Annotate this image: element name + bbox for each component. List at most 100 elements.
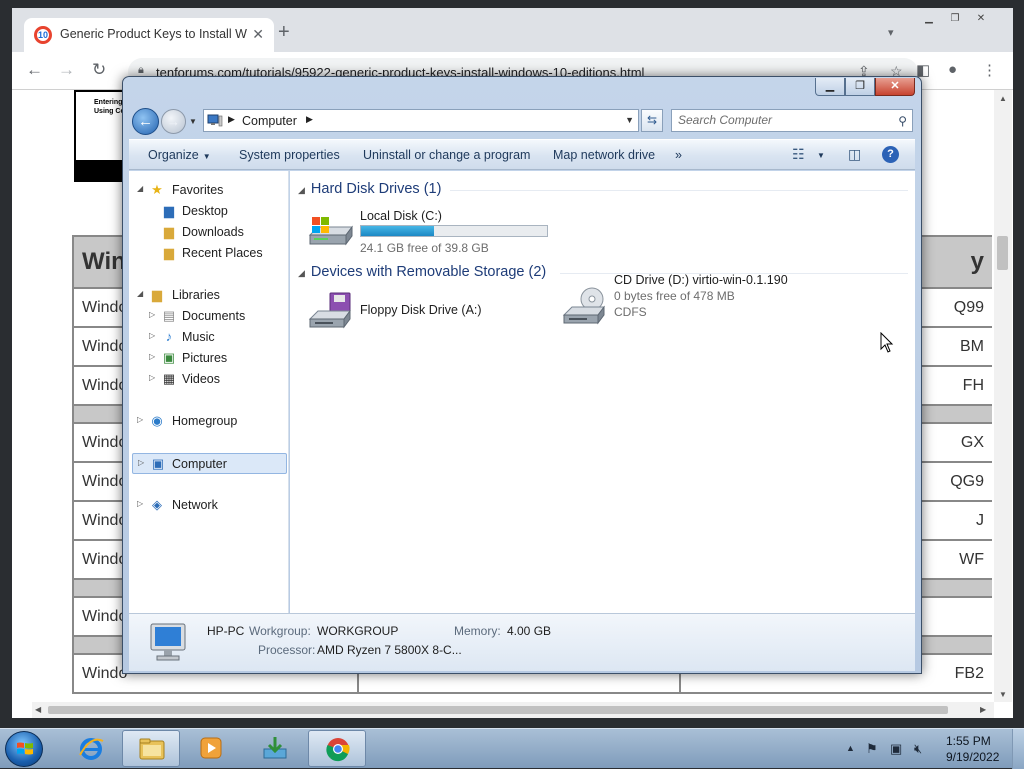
- drive-free-space: 0 bytes free of 478 MB: [614, 289, 735, 303]
- expand-arrow-icon[interactable]: ▷: [137, 499, 143, 508]
- recent-pages-chevron-icon[interactable]: ▼: [189, 117, 197, 126]
- more-commands-button[interactable]: »: [675, 148, 682, 162]
- volume-muted-icon[interactable]: 🔇︎: [914, 741, 922, 757]
- nav-music[interactable]: ▷ ♪ Music: [129, 327, 287, 348]
- nav-libraries[interactable]: ◢ ▆ Libraries: [129, 285, 287, 306]
- nav-homegroup[interactable]: ▷ ◉ Homegroup: [129, 411, 287, 432]
- computer-icon: ▣: [151, 456, 165, 471]
- nav-network[interactable]: ▷ ◈ Network: [129, 495, 287, 516]
- address-bar[interactable]: ▶ Computer ▶ ▼: [203, 109, 639, 132]
- taskbar-download[interactable]: [246, 730, 304, 767]
- group-header-hard-disk[interactable]: ◢ Hard Disk Drives (1): [298, 181, 441, 197]
- refresh-button[interactable]: ⇆: [641, 109, 663, 132]
- clock-time[interactable]: 1:55 PM: [946, 734, 991, 748]
- browser-restore-icon[interactable]: ❐: [942, 10, 968, 28]
- breadcrumb-arrow-icon[interactable]: ▶: [228, 114, 235, 125]
- preview-pane-icon[interactable]: ◫: [848, 146, 861, 163]
- expand-arrow-icon[interactable]: ▷: [138, 458, 144, 467]
- browser-minimize-icon[interactable]: ▁: [916, 10, 942, 28]
- taskbar-windows-explorer[interactable]: [122, 730, 180, 767]
- network-tray-icon[interactable]: ▣: [890, 741, 902, 757]
- close-button[interactable]: ✕: [875, 78, 915, 96]
- nav-videos[interactable]: ▷ ▦ Videos: [129, 369, 287, 390]
- minimize-button[interactable]: ▁: [815, 78, 845, 96]
- workgroup-value: WORKGROUP: [317, 624, 399, 638]
- uninstall-program-button[interactable]: Uninstall or change a program: [363, 148, 530, 162]
- organize-button[interactable]: Organize ▼: [148, 148, 211, 162]
- taskbar-media-player[interactable]: [182, 730, 240, 767]
- maximize-button[interactable]: ❐: [845, 78, 875, 96]
- disk-usage-fill: [361, 226, 435, 236]
- computer-icon: [207, 114, 223, 127]
- expand-arrow-icon[interactable]: ▷: [137, 415, 143, 424]
- folder-icon: [139, 738, 165, 760]
- collapse-arrow-icon[interactable]: ◢: [137, 184, 143, 193]
- show-desktop-button[interactable]: [1012, 729, 1024, 769]
- help-icon[interactable]: ?: [882, 146, 899, 163]
- tab-search-chevron-icon[interactable]: ▾: [888, 26, 894, 39]
- workgroup-label: Workgroup:: [249, 624, 311, 638]
- search-input[interactable]: [678, 113, 878, 127]
- search-box[interactable]: ⚲: [671, 109, 913, 132]
- recent-places-icon: ▆: [164, 245, 174, 260]
- group-collapse-icon[interactable]: ◢: [298, 268, 305, 278]
- taskbar-chrome[interactable]: [308, 730, 366, 767]
- forward-button[interactable]: →: [161, 109, 186, 134]
- nav-documents[interactable]: ▷ ▤ Documents: [129, 306, 287, 327]
- network-icon: ◈: [152, 497, 162, 512]
- drive-floppy-a[interactable]: Floppy Disk Drive (A:): [306, 291, 546, 337]
- nav-favorites[interactable]: ◢ ★ Favorites: [129, 180, 287, 201]
- expand-arrow-icon[interactable]: ▷: [149, 310, 155, 319]
- chrome-menu-icon[interactable]: ⋮: [982, 61, 997, 79]
- horizontal-scrollbar[interactable]: ◀ ▶: [32, 702, 994, 718]
- scroll-left-icon[interactable]: ◀: [35, 705, 41, 714]
- nav-pictures[interactable]: ▷ ▣ Pictures: [129, 348, 287, 369]
- browser-back-icon[interactable]: ←: [26, 60, 43, 80]
- nav-desktop[interactable]: ▆ Desktop: [129, 201, 287, 222]
- breadcrumb-computer[interactable]: Computer: [242, 114, 297, 128]
- browser-close-icon[interactable]: ✕: [968, 10, 994, 28]
- taskbar-internet-explorer[interactable]: [62, 730, 120, 767]
- nav-network-label: Network: [172, 498, 218, 512]
- clock-date[interactable]: 9/19/2022: [946, 750, 999, 764]
- map-network-drive-button[interactable]: Map network drive: [553, 148, 655, 162]
- vertical-scroll-thumb[interactable]: [997, 236, 1008, 270]
- search-icon[interactable]: ⚲: [898, 114, 907, 128]
- browser-forward-icon[interactable]: →: [58, 60, 75, 80]
- expand-arrow-icon[interactable]: ▷: [149, 331, 155, 340]
- scroll-up-icon[interactable]: ▲: [999, 94, 1007, 103]
- nav-recent-places[interactable]: ▆ Recent Places: [129, 243, 287, 264]
- group-header-removable[interactable]: ◢ Devices with Removable Storage (2): [298, 264, 546, 280]
- profile-avatar-icon[interactable]: ●: [948, 61, 957, 78]
- horizontal-scroll-thumb[interactable]: [48, 706, 948, 714]
- change-view-icon[interactable]: ☷: [792, 146, 805, 163]
- expand-arrow-icon[interactable]: ▷: [149, 373, 155, 382]
- collapse-arrow-icon[interactable]: ◢: [137, 289, 143, 298]
- back-button[interactable]: ←: [132, 108, 159, 135]
- window-caption-buttons: ▁ ❐ ✕: [815, 78, 915, 96]
- tab-close-icon[interactable]: ✕: [252, 26, 264, 43]
- navigation-pane: ◢ ★ Favorites ▆ Desktop ▆ Downloads ▆ Re…: [129, 171, 289, 613]
- drive-local-disk-c[interactable]: Local Disk (C:) 24.1 GB free of 39.8 GB: [306, 209, 566, 255]
- expand-arrow-icon[interactable]: ▷: [149, 352, 155, 361]
- image-text-line-2: Using Co: [94, 108, 125, 115]
- drive-cd-d[interactable]: CD Drive (D:) virtio-win-0.1.190 0 bytes…: [560, 273, 820, 331]
- system-properties-button[interactable]: System properties: [239, 148, 340, 162]
- group-collapse-icon[interactable]: ◢: [298, 185, 305, 195]
- view-options-chevron-icon[interactable]: ▼: [817, 151, 825, 160]
- command-bar: Organize ▼ System properties Uninstall or…: [129, 139, 915, 170]
- nav-computer[interactable]: ▷ ▣ Computer: [132, 453, 287, 474]
- reload-icon[interactable]: ↻: [92, 60, 106, 80]
- breadcrumb-arrow-icon[interactable]: ▶: [306, 114, 313, 125]
- scroll-right-icon[interactable]: ▶: [980, 705, 986, 714]
- new-tab-button[interactable]: +: [278, 22, 290, 42]
- action-center-flag-icon[interactable]: ⚑: [866, 741, 878, 757]
- start-button[interactable]: [5, 731, 43, 767]
- address-history-chevron-icon[interactable]: ▼: [625, 115, 634, 125]
- browser-tab[interactable]: 10 Generic Product Keys to Install W ✕: [24, 18, 274, 52]
- show-hidden-icons-icon[interactable]: ▲: [846, 743, 855, 753]
- vertical-scrollbar[interactable]: ▲ ▼: [994, 90, 1012, 702]
- scroll-down-icon[interactable]: ▼: [999, 690, 1007, 699]
- pc-name: HP-PC: [207, 624, 245, 638]
- nav-downloads[interactable]: ▆ Downloads: [129, 222, 287, 243]
